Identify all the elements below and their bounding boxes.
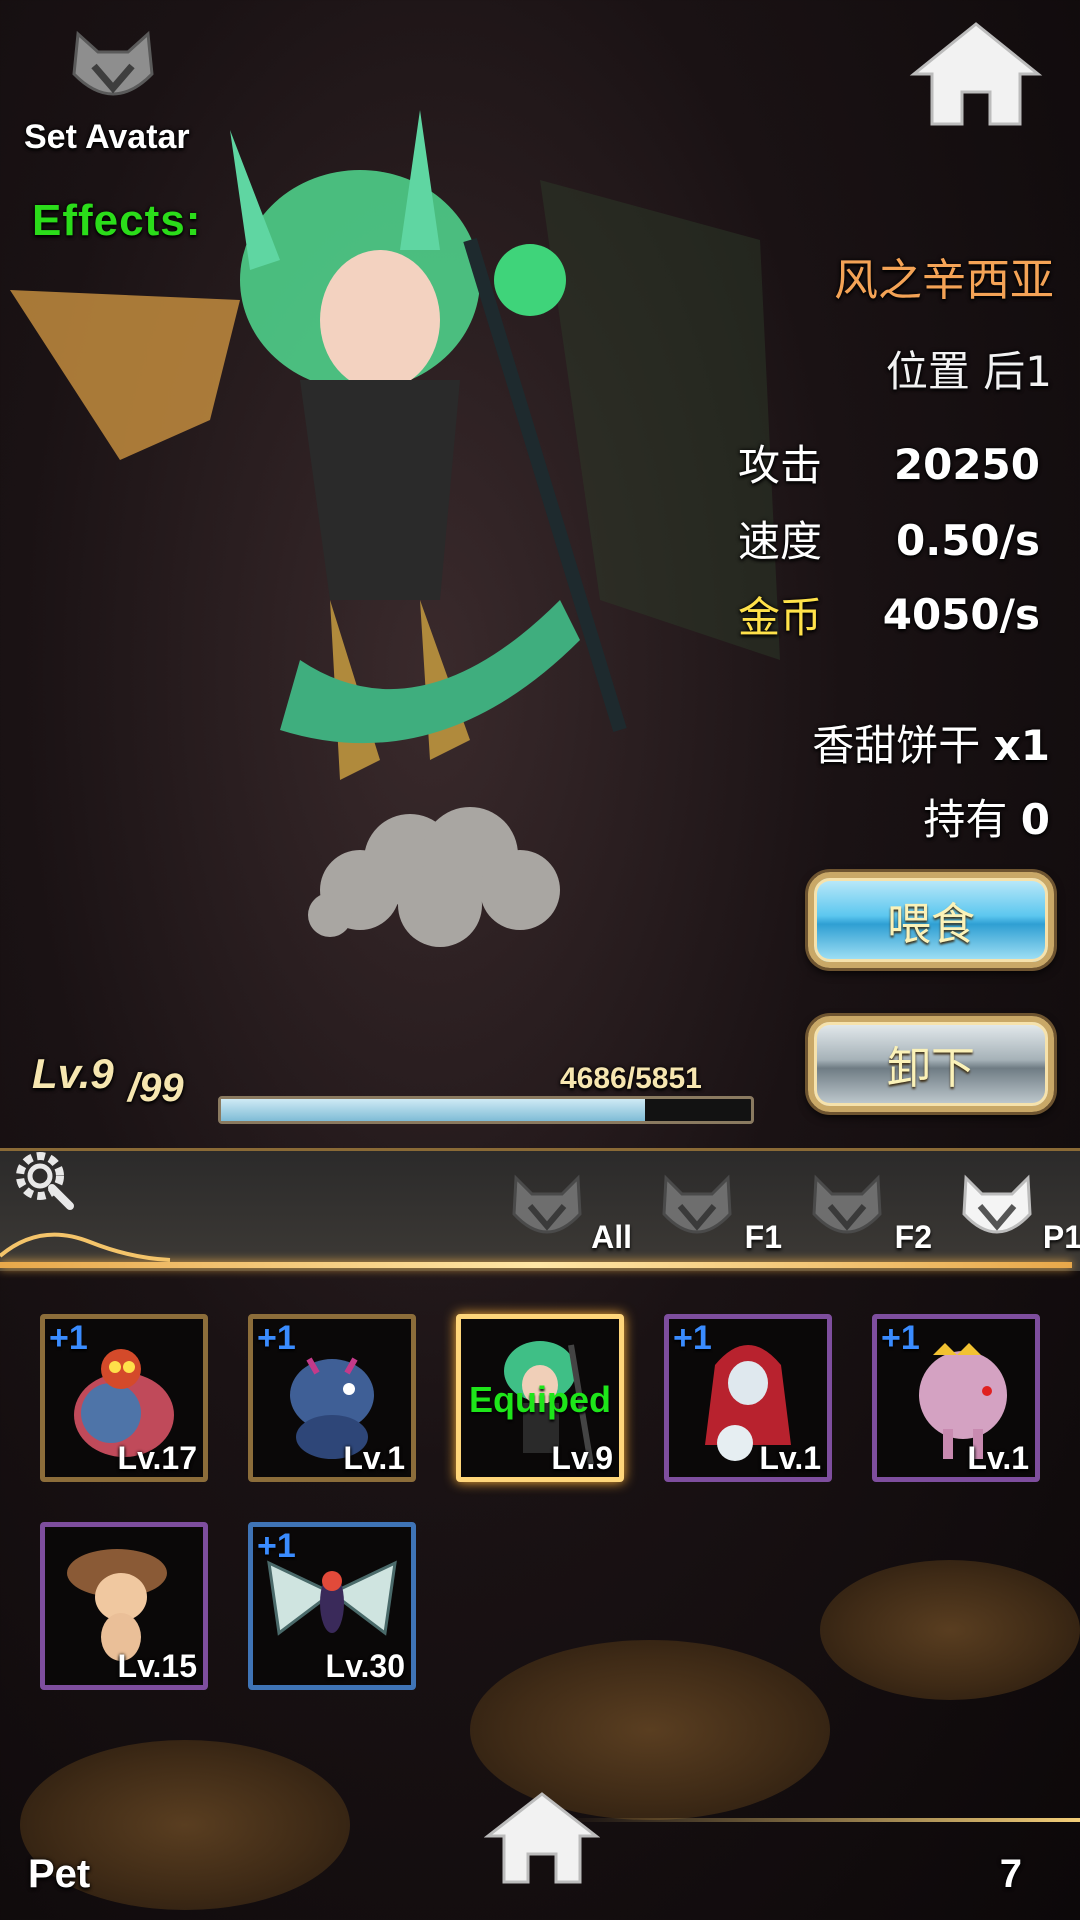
food-item-name: 香甜饼干 [812,721,981,770]
smoke-puff [308,807,560,947]
wolf-emblem-icon [512,1174,582,1234]
gold-label: 金币 [738,593,823,642]
equipped-status: Equiped [469,1379,611,1420]
pet-level: Lv.1 [343,1440,405,1476]
filter-bar-divider [0,1262,1072,1268]
pet-card[interactable]: +1 Lv.1 [664,1314,832,1482]
home-icon[interactable] [908,18,1044,130]
set-avatar-label[interactable]: Set Avatar [24,118,190,157]
owned-value: 0 [1020,795,1050,844]
tab-f2[interactable]: F2 [804,1168,934,1256]
tab-label: All [591,1219,632,1255]
pet-card[interactable]: +1 Lv.17 [40,1314,208,1482]
hero-name: 风之辛西亚 [834,255,1054,306]
speed-value: 0.50/s [896,516,1040,565]
tab-label: F2 [894,1219,932,1255]
exp-text: 4686/5851 [560,1062,702,1095]
unequip-button[interactable]: 卸下 [808,1016,1054,1112]
exp-bar [218,1096,754,1124]
tab-all[interactable]: All [504,1168,634,1256]
owned-label: 持有 [923,795,1008,844]
attack-value: 20250 [893,440,1040,489]
pet-upgrade-badge: +1 [881,1319,920,1357]
pet-level: Lv.1 [967,1440,1029,1476]
food-item: 香甜饼干 x1 [812,712,1050,773]
pet-upgrade-badge: +1 [673,1319,712,1357]
pet-count: 7 [999,1852,1022,1896]
pet-level: Lv.17 [117,1440,197,1476]
wolf-emblem-icon [962,1174,1032,1234]
hero-position: 位置 后1 [885,347,1052,396]
pet-card[interactable]: Lv.15 [40,1522,208,1690]
tab-label: P1 [1042,1219,1080,1255]
pet-card[interactable]: +1 Lv.30 [248,1522,416,1690]
pet-upgrade-badge: +1 [257,1319,296,1357]
bottom-divider [560,1818,1080,1822]
pet-upgrade-badge: +1 [257,1527,296,1565]
tab-p1[interactable]: P1 [954,1168,1080,1256]
food-item-qty: x1 [993,721,1050,770]
exp-bar-fill [221,1099,645,1121]
wolf-emblem-icon [662,1174,732,1234]
speed-label: 速度 [738,517,823,566]
pet-level: Lv.1 [759,1440,821,1476]
pet-level: Lv.30 [325,1648,405,1684]
ornament-swirl [0,1232,171,1262]
home-icon[interactable] [484,1790,600,1886]
hero-level: Lv.9 [32,1050,114,1097]
tab-label: F1 [744,1219,782,1255]
pet-card[interactable]: +1 Lv.1 [872,1314,1040,1482]
feed-button[interactable]: 喂食 [808,872,1054,968]
pet-level: Lv.15 [117,1648,197,1684]
tab-f1[interactable]: F1 [654,1168,784,1256]
attack-label: 攻击 [738,441,823,490]
settings-search-icon[interactable] [10,1146,76,1212]
wolf-emblem-icon [812,1174,882,1234]
effects-label: Effects: [32,196,202,245]
pet-upgrade-badge: +1 [49,1319,88,1357]
hero-level-max: /99 [128,1066,184,1110]
page-title: Pet [28,1852,91,1896]
gold-value: 4050/s [882,590,1040,639]
wolf-emblem-icon[interactable] [70,28,156,104]
pet-card[interactable]: +1 Lv.1 [248,1314,416,1482]
owned-count: 持有 0 [923,786,1050,847]
pet-card-equipped[interactable]: Equiped Lv.9 [456,1314,624,1482]
floor-stump [820,1560,1080,1700]
pet-level: Lv.9 [551,1440,613,1476]
